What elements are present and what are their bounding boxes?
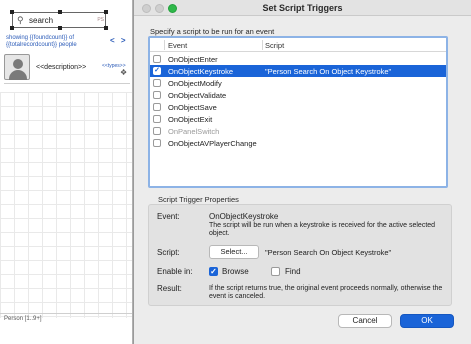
result-label: Result: xyxy=(157,284,182,293)
column-header-script[interactable]: Script xyxy=(265,41,284,50)
resize-handle-icon[interactable] xyxy=(10,10,14,14)
event-checkbox[interactable] xyxy=(153,91,161,99)
event-name: OnPanelSwitch xyxy=(168,127,220,136)
event-name: OnObjectKeystroke xyxy=(168,67,234,76)
avatar xyxy=(4,54,30,80)
resize-handle-icon[interactable] xyxy=(104,10,108,14)
find-label: Find xyxy=(285,267,301,276)
layout-canvas: ⚲ search PS showing {{foundcount}} of {{… xyxy=(0,0,142,344)
person-icon-head xyxy=(13,59,23,69)
event-checkbox[interactable] xyxy=(153,127,161,135)
event-script: "Person Search On Object Keystroke" xyxy=(265,67,392,76)
search-field-text: search xyxy=(29,16,54,25)
divider xyxy=(0,313,132,314)
enable-in-label: Enable in: xyxy=(157,267,193,276)
search-icon: ⚲ xyxy=(17,15,24,25)
table-row[interactable]: ✓ OnObjectKeystroke "Person Search On Obje… xyxy=(150,65,446,77)
table-row[interactable]: OnObjectEnter xyxy=(150,53,446,65)
table-row[interactable]: OnObjectSave xyxy=(150,101,446,113)
set-script-triggers-dialog: Set Script Triggers Specify a script to … xyxy=(133,0,471,344)
instruction-text: Specify a script to be run for an event xyxy=(150,27,275,36)
event-name: OnObjectValidate xyxy=(168,91,227,100)
button-bar-icon[interactable]: ❖ xyxy=(120,68,127,77)
column-separator xyxy=(262,40,263,50)
event-label: Event: xyxy=(157,212,180,221)
column-separator xyxy=(164,40,165,50)
canvas-footer-label: Person [1..9+] xyxy=(4,316,42,322)
event-checkbox[interactable] xyxy=(153,139,161,147)
resize-handle-icon[interactable] xyxy=(104,26,108,30)
event-name: OnObjectSave xyxy=(168,103,217,112)
table-row[interactable]: OnObjectModify xyxy=(150,77,446,89)
event-checkbox[interactable] xyxy=(153,115,161,123)
event-name: OnObjectModify xyxy=(168,79,222,88)
event-description: The script will be run when a keystroke … xyxy=(209,222,436,237)
record-nav-arrows[interactable]: < > xyxy=(110,36,128,45)
browse-checkbox[interactable]: ✓ xyxy=(209,267,218,276)
list-item[interactable]: <<description>> <<types>> ❖ xyxy=(4,54,130,84)
grid-paper xyxy=(0,92,132,318)
event-value: OnObjectKeystroke xyxy=(209,212,279,221)
select-script-button[interactable]: Select... xyxy=(209,245,259,259)
script-value: "Person Search On Object Keystroke" xyxy=(265,248,392,257)
event-name: OnObjectExit xyxy=(168,115,213,124)
title-bar: Set Script Triggers xyxy=(134,0,471,16)
person-icon-body xyxy=(9,70,27,80)
event-checkbox[interactable] xyxy=(153,103,161,111)
result-text: If the script returns true, the original… xyxy=(209,285,443,300)
search-field-object[interactable]: ⚲ search PS xyxy=(10,10,108,30)
browse-label: Browse xyxy=(222,267,249,276)
script-label: Script: xyxy=(157,248,180,257)
event-checkbox[interactable] xyxy=(153,79,161,87)
event-checkbox[interactable] xyxy=(153,55,161,63)
event-rows: OnObjectEnter ✓ OnObjectKeystroke "Person S… xyxy=(150,53,446,149)
properties-section-label: Script Trigger Properties xyxy=(158,195,239,204)
find-checkbox[interactable] xyxy=(271,267,280,276)
column-header-event[interactable]: Event xyxy=(168,41,187,50)
event-checkbox[interactable]: ✓ xyxy=(153,67,161,75)
table-row[interactable]: OnObjectValidate xyxy=(150,89,446,101)
resize-handle-icon[interactable] xyxy=(10,26,14,30)
event-name: OnObjectEnter xyxy=(168,55,218,64)
found-count-text: showing {{foundcount}} of {{totalrecordc… xyxy=(6,35,77,48)
dialog-title: Set Script Triggers xyxy=(262,3,343,13)
resize-handle-icon[interactable] xyxy=(58,26,62,30)
description-field: <<description>> xyxy=(36,64,87,71)
table-row[interactable]: OnObjectExit xyxy=(150,113,446,125)
resize-handle-icon[interactable] xyxy=(58,10,62,14)
field-badge: PS xyxy=(97,17,104,23)
event-name: OnObjectAVPlayerChange xyxy=(168,139,257,148)
properties-panel: Event: OnObjectKeystroke The script will… xyxy=(148,204,452,306)
cancel-button[interactable]: Cancel xyxy=(338,314,392,328)
table-row[interactable]: OnPanelSwitch xyxy=(150,125,446,137)
list-header: Event Script xyxy=(150,38,446,52)
event-list[interactable]: Event Script OnObjectEnter ✓ OnObjectKeyst… xyxy=(148,36,448,188)
ok-button[interactable]: OK xyxy=(400,314,454,328)
table-row[interactable]: OnObjectAVPlayerChange xyxy=(150,137,446,149)
